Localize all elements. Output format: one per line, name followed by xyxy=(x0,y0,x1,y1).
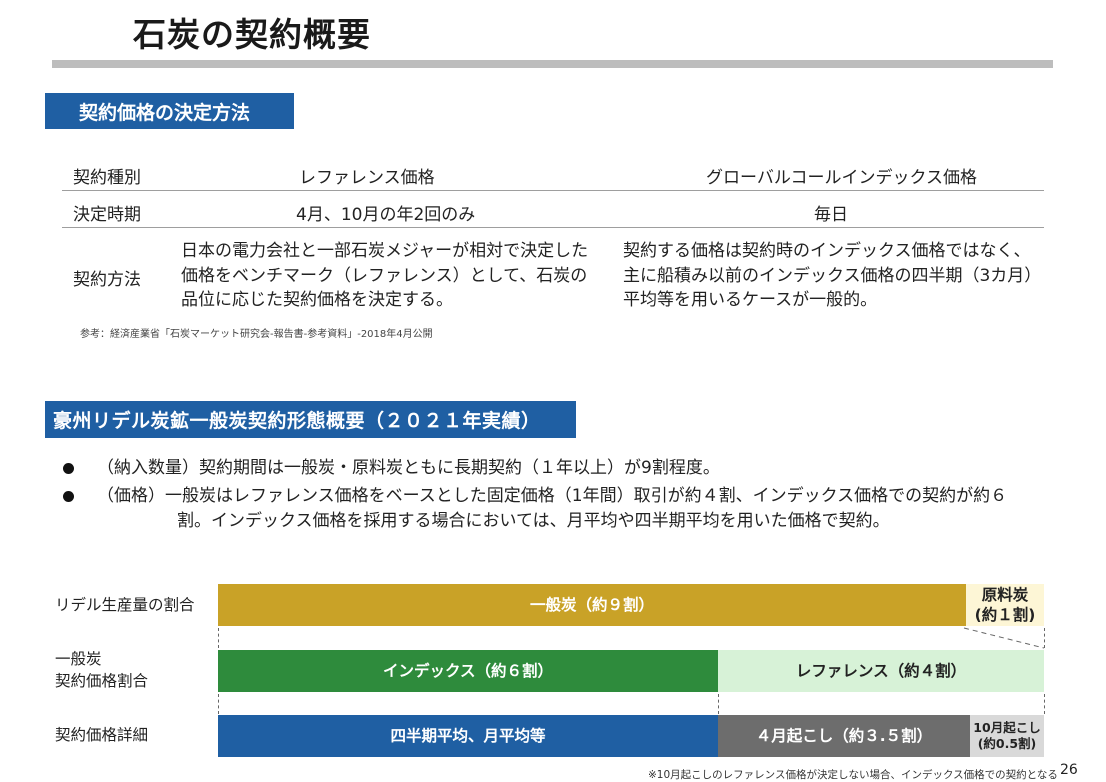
chart-row-label-price-detail: 契約価格詳細 xyxy=(55,726,149,744)
table-divider xyxy=(62,190,1044,191)
section-heading-liddell: 豪州リデル炭鉱一般炭契約形態概要（２０２１年実績） xyxy=(45,401,576,438)
bar-index-price: インデックス（約６割） xyxy=(218,650,718,692)
connector-line xyxy=(963,627,1045,649)
table-cell-reference-timing: 4月、10月の年2回のみ xyxy=(296,205,476,225)
table-divider xyxy=(62,227,1044,228)
bar-quarterly-monthly-average: 四半期平均、月平均等 xyxy=(218,715,718,757)
bar-coking-coal: 原料炭 (約１割) xyxy=(966,584,1044,626)
bullet-volume: （納入数量）契約期間は一般炭・原料炭ともに長期契約（１年以上）が9割程度。 xyxy=(97,458,720,478)
chart-footnote: ※10月起こしのレファレンス価格が決定しない場合、インデックス価格での契約となる xyxy=(648,769,1058,781)
bar-thermal-coal: 一般炭（約９割） xyxy=(218,584,966,626)
title-divider xyxy=(52,60,1053,68)
section-heading-contract-price: 契約価格の決定方法 xyxy=(45,93,294,129)
connector-line xyxy=(1044,694,1045,714)
table-cell-index-method: 契約する価格は契約時のインデックス価格ではなく、主に船積み以前のインデックス価格… xyxy=(623,241,1033,310)
bar-april-start: ４月起こし（約３.５割） xyxy=(718,715,970,757)
table-cell-reference-method: 日本の電力会社と一部石炭メジャーが相対で決定した価格をベンチマーク（レファレンス… xyxy=(181,241,589,310)
source-note: 参考：経済産業省「石炭マーケット研究会-報告書-参考資料」-2018年4月公開 xyxy=(80,329,433,340)
bullet-icon xyxy=(63,463,74,474)
connector-line xyxy=(718,694,719,714)
chart-row-label-production: リデル生産量の割合 xyxy=(55,596,195,614)
connector-line xyxy=(1044,628,1045,648)
connector-line xyxy=(218,628,219,648)
bar-october-start: 10月起こし (約0.5割) xyxy=(970,715,1044,757)
table-row-label-timing: 決定時期 xyxy=(73,205,141,225)
bar-reference-price: レファレンス（約４割） xyxy=(718,650,1044,692)
table-header-reference: レファレンス価格 xyxy=(299,168,435,188)
bullet-icon xyxy=(63,491,74,502)
chart-row-label-contract-share: 一般炭 契約価格割合 xyxy=(55,650,149,690)
table-row-label-method: 契約方法 xyxy=(73,270,141,290)
page-title: 石炭の契約概要 xyxy=(133,15,371,54)
bullet-price: （価格）一般炭はレファレンス価格をベースとした固定価格（1年間）取引が約４割、イ… xyxy=(97,486,1008,531)
table-header-index: グローバルコールインデックス価格 xyxy=(706,168,977,188)
table-cell-index-timing: 毎日 xyxy=(814,205,848,225)
connector-line xyxy=(218,694,219,714)
table-header-type: 契約種別 xyxy=(73,168,141,188)
